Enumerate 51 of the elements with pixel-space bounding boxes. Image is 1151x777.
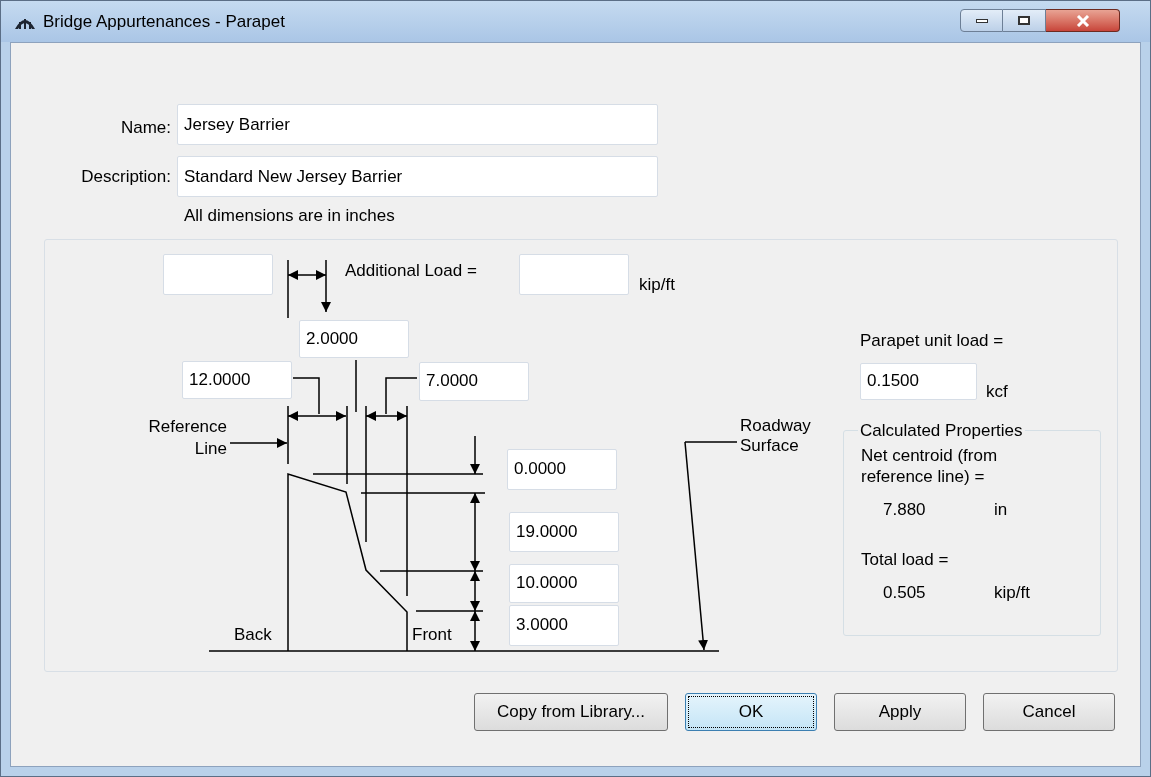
leader-line [292, 376, 320, 415]
dimension-field[interactable]: 0.0000 [507, 448, 617, 490]
front-label: Front [412, 623, 452, 646]
extension-line [287, 258, 289, 319]
dimension-field[interactable]: 2.0000 [299, 319, 409, 358]
dimension-arrow [470, 609, 480, 652]
additional-load-field[interactable] [519, 253, 629, 295]
minimize-icon [975, 18, 988, 23]
back-label: Back [234, 623, 272, 646]
total-load-unit: kip/ft [994, 581, 1030, 604]
dimension-arrow [365, 410, 408, 421]
dialog-button[interactable]: OK [685, 692, 817, 731]
centroid-unit: in [994, 498, 1008, 521]
total-load-value: 0.505 [883, 581, 926, 604]
input-field[interactable] [163, 253, 273, 295]
dimension-arrow [229, 437, 288, 448]
close-icon [1075, 14, 1090, 27]
name-label: Name: [119, 116, 172, 139]
name-field[interactable]: Jersey Barrier [177, 104, 658, 145]
additional-load-label: Additional Load = [345, 259, 477, 282]
reference-line-label: Reference Line [147, 415, 227, 460]
extension-line [355, 358, 357, 413]
dimension-field[interactable]: 19.0000 [509, 511, 619, 552]
unit-load-label: Parapet unit load = [860, 329, 1004, 352]
maximize-icon [1018, 16, 1030, 25]
centroid-label: Net centroid (from reference line) = [861, 444, 999, 487]
centroid-value: 7.880 [883, 498, 926, 521]
dimension-arrow [470, 434, 480, 475]
leader-line [385, 376, 418, 415]
minimize-button[interactable] [960, 9, 1003, 32]
total-load-label: Total load = [861, 548, 949, 571]
unit-label: kip/ft [639, 273, 675, 296]
dimension-arrow [287, 410, 347, 421]
maximize-button[interactable] [1003, 9, 1046, 32]
window-title: Bridge Appurtenances - Parapet [43, 10, 285, 33]
dialog-button[interactable]: Copy from Library... [474, 692, 668, 731]
close-button[interactable] [1046, 9, 1120, 32]
unit-load-field[interactable]: 0.1500 [860, 362, 977, 400]
dialog-button[interactable]: Apply [834, 692, 966, 731]
roadway-surface-label: Roadway Surface [740, 415, 812, 456]
dimension-field[interactable]: 12.0000 [182, 360, 292, 399]
description-label: Description: [80, 165, 172, 188]
units-note: All dimensions are in inches [184, 205, 395, 227]
dimension-field[interactable]: 7.0000 [419, 361, 529, 401]
extension-line [287, 404, 289, 465]
dimension-field[interactable]: 3.0000 [509, 604, 619, 646]
dimension-field[interactable]: 10.0000 [509, 563, 619, 603]
unit-label: kcf [986, 380, 1008, 403]
description-field[interactable]: Standard New Jersey Barrier [177, 156, 658, 197]
extension-line [415, 609, 484, 612]
dialog-button[interactable]: Cancel [983, 692, 1115, 731]
